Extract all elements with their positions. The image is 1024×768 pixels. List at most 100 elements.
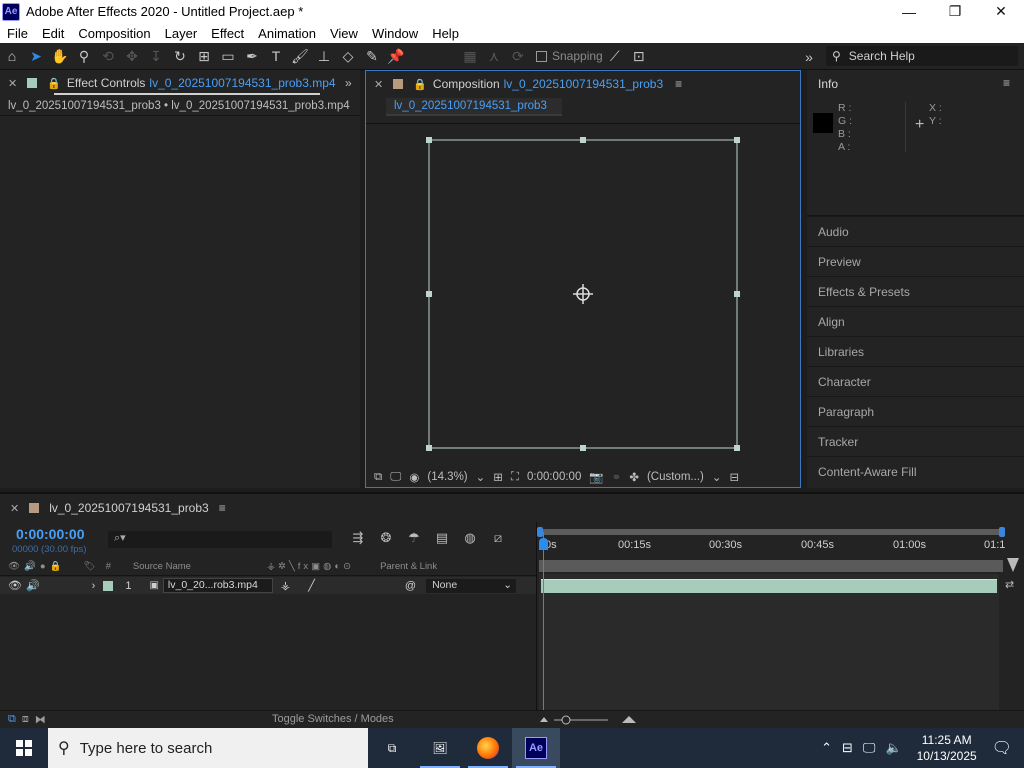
menu-animation[interactable]: Animation — [251, 26, 323, 41]
grid-icon[interactable]: ⊞ — [493, 470, 503, 484]
timeline-search-input[interactable]: ⌕▾ — [108, 531, 332, 548]
clone-stamp-tool-icon[interactable]: ⊥ — [312, 45, 336, 67]
panel-align[interactable]: Align — [807, 306, 1024, 336]
handle-middle-right[interactable] — [734, 291, 740, 297]
snap-grid-icon[interactable]: ⊡ — [627, 45, 651, 67]
close-tab-icon[interactable]: ✕ — [10, 502, 19, 515]
selection-tool-icon[interactable]: ➤ — [24, 45, 48, 67]
file-explorer-app-icon[interactable]: 🖼 — [416, 728, 464, 768]
taskbar-clock[interactable]: 11:25 AM 10/13/2025 — [917, 732, 977, 764]
close-button[interactable]: ✕ — [978, 0, 1024, 23]
after-effects-app-icon[interactable]: Ae — [512, 728, 560, 768]
menu-effect[interactable]: Effect — [204, 26, 251, 41]
view-axis-icon[interactable]: ⟳ — [506, 45, 530, 67]
column-parent-link[interactable]: Parent & Link — [380, 561, 437, 572]
menu-file[interactable]: File — [0, 26, 35, 41]
comp-mini-flowchart-icon[interactable]: ⇶ — [344, 530, 372, 546]
network-icon[interactable]: ⊟ — [842, 740, 853, 756]
chevron-up-icon[interactable]: ⌃ — [821, 740, 832, 756]
panel-tracker[interactable]: Tracker — [807, 426, 1024, 456]
region-of-interest-icon[interactable]: ⧉ — [374, 471, 382, 484]
composition-viewer[interactable] — [366, 123, 800, 467]
handle-bottom-left[interactable] — [426, 445, 432, 451]
panel-preview[interactable]: Preview — [807, 246, 1024, 276]
orbit-camera-icon[interactable]: ⟲ — [96, 45, 120, 67]
taskbar-search-input[interactable]: ⚲ Type here to search — [48, 728, 368, 768]
snap-options-icon[interactable]: ⟋ — [603, 45, 627, 67]
handle-top-center[interactable] — [580, 137, 586, 143]
composition-tab[interactable]: ✕ 🔒 Composition lv_0_20251007194531_prob… — [366, 71, 800, 97]
menu-edit[interactable]: Edit — [35, 26, 71, 41]
handle-bottom-right[interactable] — [734, 445, 740, 451]
display-icon[interactable]: 🖵 — [390, 471, 401, 484]
expand-layer-chevron-icon[interactable]: › — [92, 580, 96, 592]
handle-top-left[interactable] — [426, 137, 432, 143]
maximize-button[interactable]: ❐ — [932, 0, 978, 23]
quality-switch-icon[interactable]: ╱ — [308, 579, 315, 592]
toggle-switches-modes[interactable]: Toggle Switches / Modes — [272, 713, 394, 725]
transfer-controls-pane-icon[interactable]: ⧈ — [22, 713, 29, 726]
playhead-line[interactable] — [543, 532, 544, 710]
handle-top-right[interactable] — [734, 137, 740, 143]
audio-switch-icon[interactable]: 🔊 — [24, 561, 36, 572]
color-channel-icon[interactable]: ✤ — [629, 470, 639, 484]
time-navigator-bar[interactable] — [539, 529, 1005, 535]
zoom-level-select[interactable]: (14.3%) — [427, 471, 467, 483]
lock-switch-icon[interactable]: 🔒 — [50, 561, 62, 572]
layer-duration-bar[interactable] — [541, 579, 997, 593]
home-icon[interactable]: ⌂ — [0, 45, 24, 67]
frame-blending-icon[interactable]: ▤ — [428, 530, 456, 546]
comp-end-marker-icon[interactable] — [1007, 558, 1019, 572]
mask-visibility-icon[interactable]: ◉ — [409, 470, 419, 484]
task-view-icon[interactable]: ⧉ — [368, 728, 416, 768]
close-tab-icon[interactable]: ✕ — [8, 77, 17, 90]
eraser-tool-icon[interactable]: ◇ — [336, 45, 360, 67]
expand-chevron-icon[interactable]: » — [797, 46, 821, 68]
parent-select[interactable]: None ⌄ — [426, 578, 517, 593]
composition-flowchart-chip[interactable]: lv_0_20251007194531_prob3 — [386, 98, 562, 116]
pan-behind-tool-icon[interactable]: ⊞ — [192, 45, 216, 67]
video-visibility-icon[interactable]: 👁 — [8, 579, 22, 592]
pick-whip-icon[interactable]: @ — [405, 580, 416, 592]
panel-menu-icon[interactable]: ≡ — [1003, 76, 1010, 90]
local-axis-icon[interactable]: ▦ — [458, 45, 482, 67]
layer-name[interactable]: lv_0_20...rob3.mp4 — [162, 578, 273, 593]
panel-content-aware-fill[interactable]: Content-Aware Fill — [807, 456, 1024, 486]
solo-switch-icon[interactable]: ● — [40, 561, 46, 572]
hand-tool-icon[interactable]: ✋ — [48, 45, 72, 67]
pen-tool-icon[interactable]: ✒ — [240, 45, 264, 67]
lock-icon[interactable]: 🔒 — [47, 77, 61, 90]
transparency-grid-icon[interactable]: ⛶ — [511, 471, 519, 484]
column-source-name[interactable]: Source Name — [133, 561, 191, 572]
type-tool-icon[interactable]: T — [264, 45, 288, 67]
chevron-down-icon[interactable]: ⌄ — [476, 470, 486, 484]
timeline-tab[interactable]: ✕ lv_0_20251007194531_prob3 ≡ — [0, 494, 1024, 522]
draft-3d-icon[interactable]: ❂ — [372, 530, 400, 546]
time-navigator-end-handle[interactable] — [999, 527, 1005, 537]
menu-composition[interactable]: Composition — [71, 26, 157, 41]
handle-middle-left[interactable] — [426, 291, 432, 297]
panel-expand-icon[interactable]: » — [345, 76, 352, 90]
layer-switches-pane-icon[interactable]: ⧉ — [8, 713, 16, 726]
close-tab-icon[interactable]: ✕ — [374, 78, 383, 91]
notifications-icon[interactable]: 🗨 — [992, 738, 1012, 758]
start-button[interactable] — [0, 728, 48, 768]
shy-switch-icon[interactable]: ⚶ — [281, 579, 290, 592]
volume-muted-icon[interactable]: 🔈 — [885, 740, 901, 756]
panel-character[interactable]: Character — [807, 366, 1024, 396]
label-column-icon[interactable]: 🏷 — [84, 561, 96, 572]
panel-audio[interactable]: Audio — [807, 216, 1024, 246]
puppet-pin-tool-icon[interactable]: 📌 — [384, 45, 408, 67]
panel-menu-icon[interactable]: ≡ — [675, 77, 682, 91]
motion-blur-icon[interactable]: ◍ — [456, 530, 484, 546]
minimize-button[interactable]: — — [886, 0, 932, 23]
work-area-bar[interactable] — [539, 560, 1003, 572]
menu-layer[interactable]: Layer — [158, 26, 205, 41]
menu-window[interactable]: Window — [365, 26, 425, 41]
menu-help[interactable]: Help — [425, 26, 466, 41]
firefox-app-icon[interactable] — [464, 728, 512, 768]
audio-toggle-icon[interactable]: 🔊 — [26, 579, 40, 592]
pan-camera-icon[interactable]: ✥ — [120, 45, 144, 67]
in-out-pane-icon[interactable]: ⧓ — [35, 713, 46, 726]
info-tab[interactable]: Info ≡ — [807, 70, 1024, 98]
